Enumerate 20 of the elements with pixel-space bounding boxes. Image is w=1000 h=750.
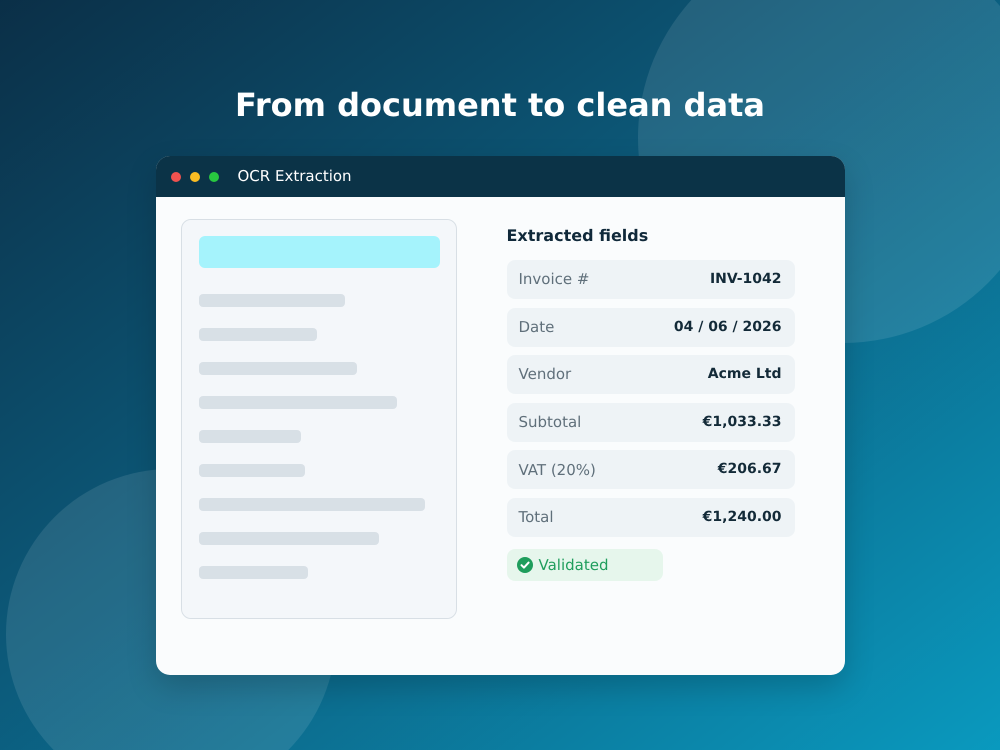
window-control-button[interactable] [170,172,180,182]
field-label: Date [518,316,554,338]
field-value: €206.67 [718,460,782,480]
section-title: Extracted fields [506,225,650,247]
field-label: VAT (20%) [518,460,596,481]
field-label: Subtotal [518,412,582,434]
window-control-button[interactable] [208,172,218,182]
check-circle-icon [516,556,532,573]
field-label: Total [518,507,554,528]
status-label: Validated [538,554,608,576]
field-label: Invoice # [518,269,590,290]
field-value: €1,240.00 [702,508,782,527]
field-value: INV-1042 [710,270,782,289]
window-title: OCR Extraction [238,166,352,188]
headline: From document to clean data [235,85,765,126]
field-label: Vendor [518,364,572,386]
window-control-button[interactable] [190,172,200,182]
field-value: Acme Ltd [708,365,782,384]
field-value: 04 / 06 / 2026 [674,318,782,337]
field-value: €1,033.33 [702,412,782,432]
